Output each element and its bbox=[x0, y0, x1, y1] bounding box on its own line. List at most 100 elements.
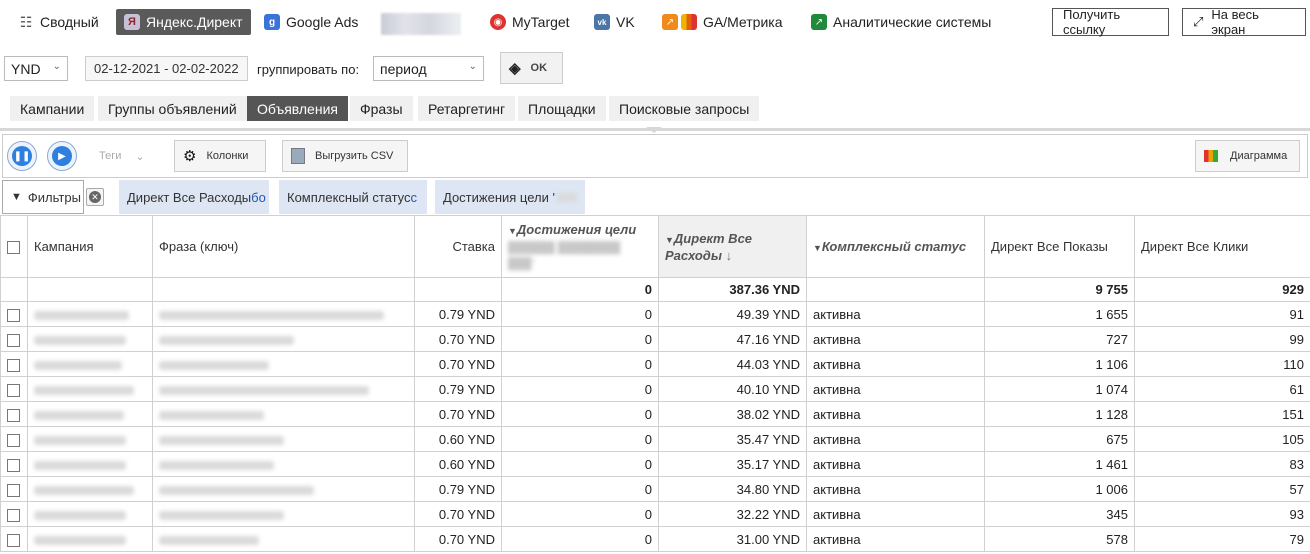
row-checkbox[interactable] bbox=[7, 508, 20, 522]
pause-icon: ❚❚ bbox=[12, 146, 32, 166]
top-nav: ☷ Сводный Я Яндекс.Директ g Google Ads ◉… bbox=[0, 0, 1310, 46]
active-filters: ▼ Фильтры ✕ Директ Все Расходы бо Компле… bbox=[0, 180, 1310, 214]
col-goals[interactable]: ▼Достижения цели ██████ ████████ ███" bbox=[501, 215, 659, 278]
table-row[interactable]: 0.70 YND 0 31.00 YND активна 578 79 bbox=[0, 526, 1310, 552]
nav-vk[interactable]: vk VK bbox=[594, 9, 635, 35]
row-checkbox[interactable] bbox=[7, 533, 20, 547]
tab-ads[interactable]: Объявления bbox=[247, 96, 348, 121]
currency-select[interactable]: YND ⌄ bbox=[4, 56, 68, 81]
play-button[interactable]: ▶ bbox=[47, 141, 77, 171]
status-cell: активна bbox=[806, 326, 985, 352]
analytics-icon: ↗ bbox=[662, 14, 678, 30]
tab-retargeting[interactable]: Ретаргетинг bbox=[418, 96, 516, 121]
row-checkbox[interactable] bbox=[7, 458, 20, 472]
blurred-phrase bbox=[159, 485, 314, 495]
col-campaign[interactable]: Кампания bbox=[27, 215, 153, 278]
filter-bar: YND ⌄ 02-12-2021 - 02-02-2022 группирова… bbox=[0, 50, 1310, 86]
table-row[interactable]: 0.60 YND 0 35.17 YND активна 1 461 83 bbox=[0, 451, 1310, 477]
panel-notch bbox=[646, 127, 662, 133]
gear-icon: ⚙ bbox=[183, 148, 197, 165]
tab-phrases[interactable]: Фразы bbox=[350, 96, 413, 121]
nav-analytics-systems[interactable]: ↗ Аналитические системы bbox=[811, 9, 991, 35]
coins-icon: ☷ bbox=[19, 13, 33, 30]
bar-chart-icon bbox=[1204, 150, 1218, 162]
bid-cell: 0.79 YND bbox=[414, 376, 502, 402]
ok-button[interactable]: ◈ OK bbox=[500, 52, 563, 84]
phrase-cell bbox=[152, 426, 415, 452]
blurred-phrase bbox=[159, 410, 264, 420]
nav-yandex-direct[interactable]: Я Яндекс.Директ bbox=[116, 9, 251, 35]
table-row[interactable]: 0.79 YND 0 40.10 YND активна 1 074 61 bbox=[0, 376, 1310, 402]
binoculars-icon: ◈ bbox=[509, 60, 521, 77]
chevron-down-icon: ⌄ bbox=[135, 150, 145, 163]
get-link-button[interactable]: Получить ссылку bbox=[1052, 7, 1169, 37]
tab-ad-groups[interactable]: Группы объявлений bbox=[98, 96, 247, 121]
row-checkbox[interactable] bbox=[7, 308, 20, 322]
entity-tabs: Кампании Группы объявлений Объявления Фр… bbox=[0, 96, 1310, 122]
filters-toggle[interactable]: ▼ Фильтры bbox=[2, 180, 84, 214]
blurred-phrase bbox=[159, 460, 274, 470]
tab-search-queries[interactable]: Поисковые запросы bbox=[609, 96, 760, 121]
nav-svodny[interactable]: ☷ Сводный bbox=[18, 9, 99, 35]
table-row[interactable]: 0.79 YND 0 49.39 YND активна 1 655 91 bbox=[0, 301, 1310, 327]
campaign-cell bbox=[27, 401, 153, 427]
bid-cell: 0.70 YND bbox=[414, 351, 502, 377]
table-row[interactable]: 0.79 YND 0 34.80 YND активна 1 006 57 bbox=[0, 476, 1310, 502]
table-row[interactable]: 0.70 YND 0 44.03 YND активна 1 106 110 bbox=[0, 351, 1310, 377]
chart-button[interactable]: Диаграмма bbox=[1195, 140, 1300, 172]
col-clicks[interactable]: Директ Все Клики bbox=[1134, 215, 1310, 278]
blurred-campaign-name bbox=[34, 460, 126, 470]
fullscreen-button[interactable]: ⤢ На весь экран bbox=[1182, 7, 1306, 37]
row-checkbox[interactable] bbox=[7, 383, 20, 397]
impressions-cell: 1 655 bbox=[984, 301, 1135, 327]
filter-chip-status[interactable]: Комплексный статус с bbox=[279, 180, 427, 214]
pause-button[interactable]: ❚❚ bbox=[7, 141, 37, 171]
play-icon: ▶ bbox=[52, 146, 72, 166]
table-row[interactable]: 0.70 YND 0 32.22 YND активна 345 93 bbox=[0, 501, 1310, 527]
row-checkbox[interactable] bbox=[7, 333, 20, 347]
columns-button[interactable]: ⚙ Колонки bbox=[174, 140, 266, 172]
table-toolbar: ❚❚ ▶ Теги ⌄ ⚙ Колонки Выгрузить CSV Диаг… bbox=[2, 134, 1308, 178]
impressions-cell: 1 006 bbox=[984, 476, 1135, 502]
table-row[interactable]: 0.70 YND 0 47.16 YND активна 727 99 bbox=[0, 326, 1310, 352]
bid-cell: 0.60 YND bbox=[414, 426, 502, 452]
impressions-cell: 1 074 bbox=[984, 376, 1135, 402]
impressions-cell: 1 128 bbox=[984, 401, 1135, 427]
row-checkbox[interactable] bbox=[7, 483, 20, 497]
export-csv-button[interactable]: Выгрузить CSV bbox=[282, 140, 408, 172]
filter-chip-spend[interactable]: Директ Все Расходы бо bbox=[119, 180, 269, 214]
tab-campaigns[interactable]: Кампании bbox=[10, 96, 95, 121]
tags-dropdown[interactable]: Теги ⌄ bbox=[87, 140, 157, 172]
blurred-phrase bbox=[159, 310, 384, 320]
row-checkbox[interactable] bbox=[7, 408, 20, 422]
col-status[interactable]: ▼Комплексный статус bbox=[806, 215, 985, 278]
campaign-cell bbox=[27, 451, 153, 477]
filter-chip-goals[interactable]: Достижения цели ' bbox=[435, 180, 585, 214]
table-row[interactable]: 0.70 YND 0 38.02 YND активна 1 128 151 bbox=[0, 401, 1310, 427]
bid-cell: 0.79 YND bbox=[414, 301, 502, 327]
col-phrase[interactable]: Фраза (ключ) bbox=[152, 215, 415, 278]
nav-mytarget[interactable]: ◉ MyTarget bbox=[490, 9, 570, 35]
spend-cell: 35.17 YND bbox=[658, 451, 807, 477]
group-by-select[interactable]: период ⌄ bbox=[373, 56, 484, 81]
col-bid[interactable]: Ставка bbox=[414, 215, 502, 278]
table-row[interactable]: 0.60 YND 0 35.47 YND активна 675 105 bbox=[0, 426, 1310, 452]
table-body: 0 387.36 YND 9 755 929 0.79 YND 0 49.39 YN… bbox=[0, 277, 1310, 552]
bid-cell: 0.70 YND bbox=[414, 401, 502, 427]
row-checkbox[interactable] bbox=[7, 433, 20, 447]
date-range-picker[interactable]: 02-12-2021 - 02-02-2022 bbox=[85, 56, 248, 81]
select-all-checkbox[interactable] bbox=[7, 241, 20, 255]
campaign-cell bbox=[27, 301, 153, 327]
expand-icon: ⤢ bbox=[1193, 14, 1204, 29]
spend-cell: 32.22 YND bbox=[658, 501, 807, 527]
bid-cell: 0.70 YND bbox=[414, 501, 502, 527]
blurred-campaign-name bbox=[34, 360, 122, 370]
nav-google-ads[interactable]: g Google Ads bbox=[264, 9, 358, 35]
nav-ga-metrika[interactable]: ↗ GA/Метрика bbox=[662, 9, 783, 35]
spend-cell: 31.00 YND bbox=[658, 526, 807, 552]
clear-filters-button[interactable]: ✕ bbox=[86, 188, 104, 206]
col-impressions[interactable]: Директ Все Показы bbox=[984, 215, 1135, 278]
col-spend[interactable]: ▼Директ Все Расходы ↓ bbox=[658, 215, 807, 278]
tab-placements[interactable]: Площадки bbox=[518, 96, 606, 121]
row-checkbox[interactable] bbox=[7, 358, 20, 372]
